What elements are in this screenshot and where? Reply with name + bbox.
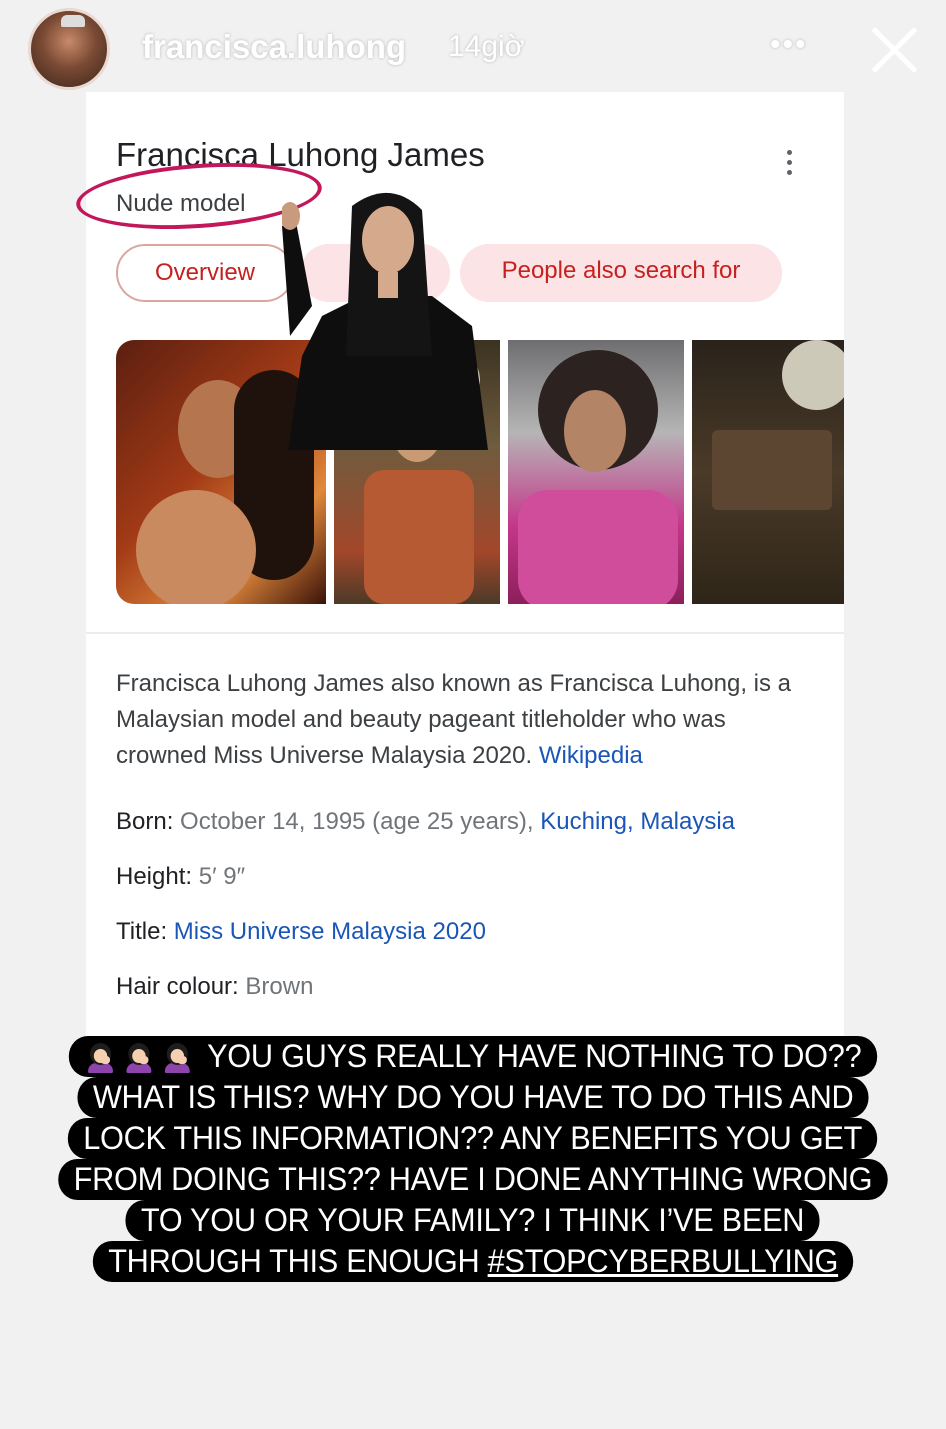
birthplace-link[interactable]: Kuching, Malaysia bbox=[540, 808, 735, 835]
fact-label: Born: bbox=[116, 808, 174, 835]
caption-text: THROUGH THIS ENOUGH bbox=[108, 1243, 488, 1279]
search-result-card: Francisca Luhong James Nude model Overvi… bbox=[74, 92, 844, 1042]
caption-line: THROUGH THIS ENOUGH #STOPCYBERBULLYING bbox=[92, 1241, 854, 1282]
story-username[interactable]: francisca.luhong bbox=[142, 28, 406, 66]
avatar[interactable] bbox=[28, 8, 110, 90]
description-text: Francisca Luhong James also known as Fra… bbox=[116, 670, 792, 769]
fact-hair-colour: Hair colour: Brown bbox=[116, 973, 313, 1001]
caption-text: YOU GUYS REALLY HAVE NOTHING TO DO?? bbox=[207, 1038, 862, 1074]
fact-label: Height: bbox=[116, 863, 193, 890]
gallery-photo[interactable] bbox=[508, 340, 684, 604]
fact-value: Brown bbox=[245, 973, 314, 1000]
fact-label: Title: bbox=[116, 918, 168, 945]
woman-facepalming-emoji bbox=[123, 1039, 156, 1073]
woman-facepalming-emoji bbox=[161, 1039, 194, 1073]
more-vert-icon[interactable] bbox=[782, 150, 796, 180]
close-icon[interactable] bbox=[866, 22, 922, 78]
tab-overview[interactable]: Overview bbox=[116, 244, 294, 302]
fact-value: 5′ 9″ bbox=[198, 863, 246, 890]
fact-label: Hair colour: bbox=[116, 973, 239, 1000]
fact-title: Title: Miss Universe Malaysia 2020 bbox=[116, 918, 486, 946]
knowledge-panel-description: Francisca Luhong James also known as Fra… bbox=[116, 666, 806, 774]
fact-born: Born: October 14, 1995 (age 25 years), K… bbox=[116, 808, 735, 836]
caption-line: FROM DOING THIS?? HAVE I DONE ANYTHING W… bbox=[58, 1159, 888, 1200]
story-header: francisca.luhong 14giờ ••• bbox=[0, 0, 946, 100]
ellipsis-icon[interactable]: ••• bbox=[770, 30, 818, 60]
caption-line: TO YOU OR YOUR FAMILY? I THINK I’VE BEEN bbox=[125, 1200, 821, 1241]
hashtag-link[interactable]: #STOPCYBERBULLYING bbox=[487, 1243, 838, 1279]
crown-icon bbox=[61, 15, 85, 27]
tab-people-also-search[interactable]: People also search for bbox=[460, 244, 782, 302]
caption-line: WHAT IS THIS? WHY DO YOU HAVE TO DO THIS… bbox=[77, 1077, 869, 1118]
caption-line: YOU GUYS REALLY HAVE NOTHING TO DO?? bbox=[69, 1036, 877, 1077]
story-time: 14giờ bbox=[448, 30, 525, 63]
woman-facepalming-emoji bbox=[84, 1039, 117, 1073]
caption-line: LOCK THIS INFORMATION?? ANY BENEFITS YOU… bbox=[68, 1118, 878, 1159]
fact-height: Height: 5′ 9″ bbox=[116, 863, 245, 891]
story-caption: YOU GUYS REALLY HAVE NOTHING TO DO?? WHA… bbox=[40, 1036, 906, 1282]
fact-value: October 14, 1995 (age 25 years), bbox=[180, 808, 534, 835]
gallery-photo[interactable] bbox=[692, 340, 844, 604]
wikipedia-link[interactable]: Wikipedia bbox=[539, 742, 643, 769]
title-link[interactable]: Miss Universe Malaysia 2020 bbox=[174, 918, 486, 945]
person-sticker bbox=[282, 192, 488, 450]
divider bbox=[86, 632, 844, 634]
